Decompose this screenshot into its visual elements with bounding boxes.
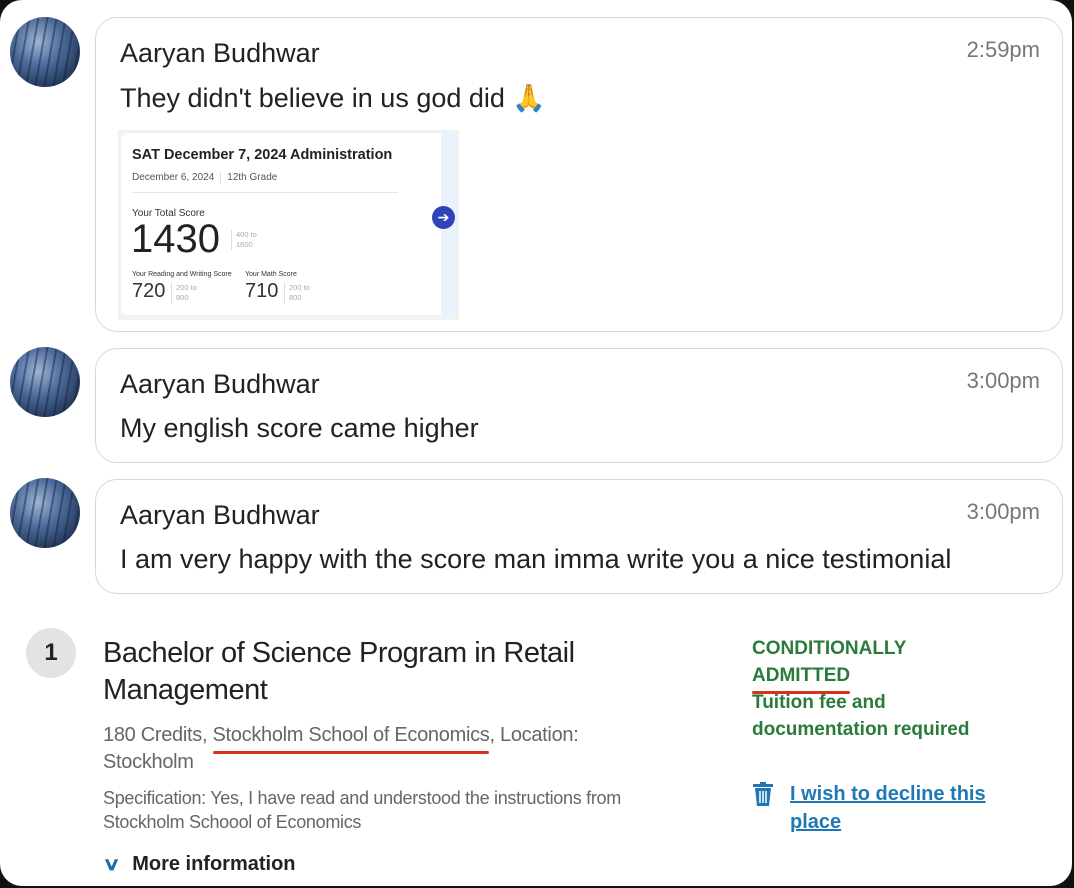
specification: Specification: Yes, I have read and unde… xyxy=(103,788,621,832)
author-name: Aaryan Budhwar xyxy=(120,38,320,68)
rw-score-label: Your Reading and Writing Score xyxy=(132,271,232,278)
avatar[interactable] xyxy=(10,17,80,87)
message-text: My english score came higher xyxy=(120,413,479,443)
chevron-down-icon: ∨ xyxy=(102,854,121,874)
arrow-right-icon[interactable]: ➔ xyxy=(432,206,455,229)
credits: 180 Credits, xyxy=(103,724,213,746)
timestamp: 3:00pm xyxy=(966,368,1040,393)
rw-range: 200 to 800 xyxy=(171,283,197,303)
trash-icon xyxy=(753,782,773,806)
status-line-2: ADMITTED xyxy=(752,662,851,694)
total-range: 400 to 1600 xyxy=(231,230,257,250)
school-name: Stockholm School of Economics xyxy=(212,722,490,754)
more-information-label: More information xyxy=(132,853,296,875)
author-name: Aaryan Budhwar xyxy=(120,369,320,399)
avatar[interactable] xyxy=(10,478,80,548)
math-score-label: Your Math Score xyxy=(245,271,297,278)
program-number-badge: 1 xyxy=(26,628,76,678)
status-line-1: CONDITIONALLY xyxy=(752,638,907,659)
divider xyxy=(132,192,398,193)
message-card: Aaryan Budhwar 2:59pm They didn't believ… xyxy=(95,17,1063,332)
author-name: Aaryan Budhwar xyxy=(120,500,320,530)
sat-date: December 6, 2024 xyxy=(132,172,215,184)
program-info: 180 Credits, Stockholm School of Economi… xyxy=(103,722,663,776)
screenshot-frame: Aaryan Budhwar 2:59pm They didn't believ… xyxy=(0,0,1072,886)
timestamp: 2:59pm xyxy=(966,37,1040,62)
timestamp: 3:00pm xyxy=(966,499,1040,524)
rw-score: 720 xyxy=(132,280,166,302)
sat-score-image[interactable]: SAT December 7, 2024 Administration Dece… xyxy=(118,130,459,320)
message-card: Aaryan Budhwar 3:00pm I am very happy wi… xyxy=(95,479,1063,594)
message-text: I am very happy with the score man imma … xyxy=(120,544,952,574)
more-information-toggle[interactable]: ∨ More information xyxy=(102,853,296,876)
total-score: 1430 xyxy=(131,217,220,261)
avatar[interactable] xyxy=(10,347,80,417)
admission-status: CONDITIONALLY ADMITTED Tuition fee and d… xyxy=(752,635,1002,743)
message-text: They didn't believe in us god did 🙏 xyxy=(120,83,547,113)
decline-link[interactable]: I wish to decline this place xyxy=(790,780,1010,836)
math-score: 710 xyxy=(245,280,279,302)
status-note: Tuition fee and documentation required xyxy=(752,692,970,740)
math-range: 200 to 800 xyxy=(284,283,310,303)
sat-title: SAT December 7, 2024 Administration xyxy=(132,147,393,163)
sat-grade: 12th Grade xyxy=(227,172,278,184)
message-card: Aaryan Budhwar 3:00pm My english score c… xyxy=(95,348,1063,463)
decline-place[interactable]: I wish to decline this place xyxy=(752,780,1010,836)
program-title: Bachelor of Science Program in Retail Ma… xyxy=(103,637,575,706)
sat-subtitle: December 6, 2024 12th Grade xyxy=(132,172,277,183)
